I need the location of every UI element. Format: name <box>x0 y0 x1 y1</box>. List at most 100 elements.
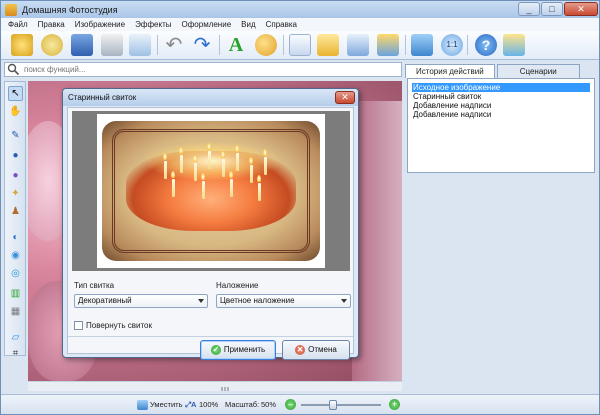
fit-screen-icon[interactable] <box>411 34 433 56</box>
history-list: Исходное изображение Старинный свиток До… <box>407 78 595 173</box>
toolbar-separator <box>467 35 468 55</box>
preview-icon[interactable] <box>129 34 151 56</box>
main-toolbar: ↶ ↷ A 1:1 ? <box>1 31 599 60</box>
text-tool-icon[interactable]: A <box>225 34 247 56</box>
menu-decoration[interactable]: Оформление <box>176 20 236 29</box>
blur-tool-icon[interactable]: ● <box>8 168 23 183</box>
menu-file[interactable]: Файл <box>3 20 33 29</box>
close-icon[interactable]: ✕ <box>564 2 598 16</box>
scroll-type-label: Тип свитка <box>74 281 115 290</box>
menu-bar: Файл Правка Изображение Эффекты Оформлен… <box>1 18 599 31</box>
scroll-type-select[interactable]: Декоративный <box>74 294 208 308</box>
window-title: Домашняя Фотостудия <box>22 4 118 15</box>
fit-label[interactable]: Уместить <box>150 400 182 409</box>
home-icon[interactable] <box>503 34 525 56</box>
rotate-scroll-checkbox[interactable] <box>74 321 83 330</box>
history-panel: История действий Сценарии Исходное изобр… <box>405 60 597 175</box>
minimize-icon[interactable]: _ <box>518 2 540 16</box>
rotate-scroll-label[interactable]: Повернуть свиток <box>86 321 152 330</box>
cancel-button[interactable]: ✕ Отмена <box>282 340 350 360</box>
menu-image[interactable]: Изображение <box>70 20 130 29</box>
actual-size-icon[interactable]: 1:1 <box>441 34 463 56</box>
scale-label: Масштаб: <box>225 400 260 409</box>
drop-tool-icon[interactable]: ● <box>8 148 23 163</box>
history-item[interactable]: Добавление надписи <box>412 110 590 119</box>
ornament-frame <box>112 129 310 253</box>
stamp-tool-icon[interactable]: ♟ <box>8 204 23 219</box>
crop-tool-icon[interactable]: ⌗ <box>8 346 23 361</box>
postcard-icon[interactable] <box>317 34 339 56</box>
dialog-divider <box>68 336 353 337</box>
apply-label: Применить <box>223 345 266 354</box>
zoom-in-icon[interactable]: + <box>389 399 400 410</box>
maximize-icon[interactable]: □ <box>541 2 563 16</box>
redo-icon[interactable]: ↷ <box>191 34 213 56</box>
cancel-label: Отмена <box>308 345 337 354</box>
menu-view[interactable]: Вид <box>236 20 260 29</box>
history-item[interactable]: Добавление надписи <box>412 101 590 110</box>
tab-scenarios[interactable]: Сценарии <box>496 64 580 78</box>
scale-value: 50% <box>261 400 277 409</box>
menu-effects[interactable]: Эффекты <box>130 20 176 29</box>
film-reel-icon[interactable] <box>41 34 63 56</box>
calendar-icon[interactable] <box>347 34 369 56</box>
fit-icon[interactable] <box>137 400 148 410</box>
menu-edit[interactable]: Правка <box>33 20 70 29</box>
tools-panel: ↖ ✋ ✎ ● ● ✦ ♟ ◐ ◉ ◎ ▥ ▦ ▱ ⌗ <box>4 81 26 359</box>
brush-tool-icon[interactable]: ✎ <box>8 128 23 143</box>
save-icon[interactable] <box>71 34 93 56</box>
overlay-label: Наложение <box>216 281 259 290</box>
effect-preview <box>72 111 350 271</box>
collage-icon[interactable] <box>377 34 399 56</box>
dialog-close-icon[interactable]: ✕ <box>335 91 355 104</box>
search-icon <box>7 63 20 76</box>
zoom100-label[interactable]: 100% <box>199 400 218 409</box>
apply-button[interactable]: ✓ Применить <box>200 340 276 360</box>
zoom-out-icon[interactable]: – <box>285 399 296 410</box>
sharpen-tool-icon[interactable]: ✦ <box>8 186 23 201</box>
pointer-tool-icon[interactable]: ↖ <box>8 86 23 101</box>
app-icon <box>5 3 17 16</box>
grid-tool-icon[interactable]: ▦ <box>8 304 23 319</box>
menu-help[interactable]: Справка <box>261 20 302 29</box>
palette-icon[interactable] <box>255 34 277 56</box>
contrast-tool-icon[interactable]: ◐ <box>8 230 23 245</box>
window-controls: _ □ ✕ <box>518 2 598 16</box>
open-folder-icon[interactable] <box>11 34 33 56</box>
vintage-scroll-image <box>102 121 320 261</box>
actual-size-small-icon[interactable]: ⤢A <box>185 400 196 410</box>
vintage-scroll-dialog: Старинный свиток ✕ Тип свитка Декоративн… <box>62 88 359 360</box>
toolbar-separator <box>405 35 406 55</box>
history-item[interactable]: Исходное изображение <box>412 83 590 92</box>
function-search <box>4 62 402 77</box>
checkmark-icon: ✓ <box>210 345 221 355</box>
dialog-title: Старинный свиток <box>63 89 358 106</box>
overlay-select[interactable]: Цветное наложение <box>216 294 351 308</box>
tab-history[interactable]: История действий <box>405 64 495 78</box>
help-icon[interactable]: ? <box>475 34 497 56</box>
print-icon[interactable] <box>101 34 123 56</box>
chevron-down-icon <box>198 299 204 303</box>
eye-tool-icon[interactable]: ◉ <box>8 248 23 263</box>
frames-icon[interactable] <box>289 34 311 56</box>
title-bar: Домашняя Фотостудия _ □ ✕ <box>1 1 599 18</box>
cancel-icon: ✕ <box>295 345 306 355</box>
app-window: Домашняя Фотостудия _ □ ✕ Файл Правка Из… <box>0 0 600 415</box>
toolbar-separator <box>283 35 284 55</box>
chevron-down-icon <box>341 299 347 303</box>
levels-tool-icon[interactable]: ▥ <box>8 286 23 301</box>
toolbar-separator <box>219 35 220 55</box>
redeye-tool-icon[interactable]: ◎ <box>8 266 23 281</box>
undo-icon[interactable]: ↶ <box>163 34 185 56</box>
horizontal-scrollbar[interactable] <box>28 381 402 391</box>
overlay-value: Цветное наложение <box>220 296 295 305</box>
search-input[interactable] <box>24 65 394 74</box>
zoom-slider[interactable] <box>301 400 381 410</box>
scroll-thumb[interactable] <box>218 384 232 391</box>
scroll-type-value: Декоративный <box>78 296 132 305</box>
hand-tool-icon[interactable]: ✋ <box>8 104 23 119</box>
zoom-slider-knob[interactable] <box>329 400 337 410</box>
history-item[interactable]: Старинный свиток <box>412 92 590 101</box>
eraser-tool-icon[interactable]: ▱ <box>8 330 23 345</box>
dialog-body: Тип свитка Декоративный Наложение Цветно… <box>67 107 354 360</box>
